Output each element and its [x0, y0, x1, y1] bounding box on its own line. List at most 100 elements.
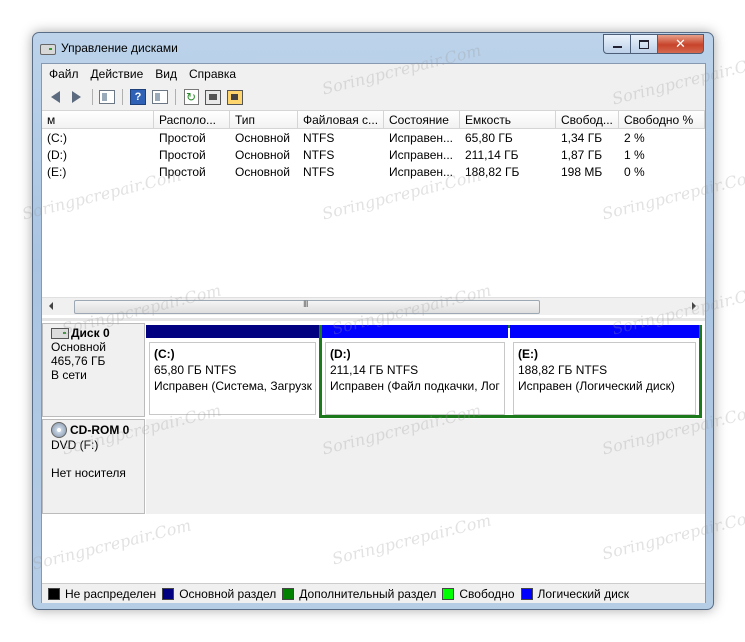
partition-e[interactable]: (E:) 188,82 ГБ NTFS Исправен (Логический…: [510, 325, 699, 418]
console-tree-button[interactable]: [98, 88, 116, 106]
partition-c-body: (C:) 65,80 ГБ NTFS Исправен (Система, За…: [149, 342, 316, 415]
legend-swatch-logical: [520, 587, 533, 600]
show-pane-icon: [152, 90, 168, 104]
partition-e-status: Исправен (Логический диск): [518, 379, 675, 393]
partition-d-body: (D:) 211,14 ГБ NTFS Исправен (Файл подка…: [325, 342, 505, 415]
horizontal-scrollbar[interactable]: III: [42, 297, 705, 315]
toolbar-separator: [122, 89, 123, 105]
settings-icon: [227, 89, 243, 105]
forward-arrow-icon: [71, 91, 81, 103]
legend-label: Основной раздел: [179, 586, 277, 601]
disk-0-name: Диск 0: [71, 326, 110, 340]
menu-view[interactable]: Вид: [150, 64, 182, 84]
legend-swatch-free: [442, 587, 455, 600]
column-header-type[interactable]: Тип: [230, 111, 298, 129]
legend-swatch-primary: [162, 587, 175, 600]
partition-d-size: 211,14 ГБ NTFS: [330, 363, 419, 377]
scroll-left-button[interactable]: [45, 300, 57, 312]
legend-item: Основной раздел: [162, 587, 276, 601]
graphical-disk-view: Диск 0 Основной 465,76 ГБ В сети (C:) 65…: [42, 318, 705, 586]
cell-layout: Простой: [159, 148, 206, 162]
settings-button[interactable]: [226, 88, 244, 106]
help-button[interactable]: ?: [129, 88, 147, 106]
column-header-volume[interactable]: м: [42, 111, 154, 129]
show-pane-button[interactable]: [151, 88, 169, 106]
toolbar-separator: [175, 89, 176, 105]
column-header-layout[interactable]: Располо...: [154, 111, 230, 129]
legend-swatch-extended: [282, 587, 295, 600]
volume-list: м Располо... Тип Файловая с... Состояние…: [42, 111, 705, 316]
scroll-left-icon: [49, 302, 53, 310]
refresh-icon: ↻: [183, 89, 199, 105]
cell-type: Основной: [235, 131, 291, 145]
close-icon: ✕: [675, 36, 686, 52]
legend-item: Дополнительный раздел: [282, 587, 436, 601]
cdrom-0-area[interactable]: [146, 419, 705, 514]
console-tree-icon: [99, 90, 115, 104]
refresh-button[interactable]: ↻: [182, 88, 200, 106]
legend-label: Свободно: [459, 586, 515, 601]
legend-item: Свободно: [442, 586, 515, 601]
properties-button[interactable]: [204, 88, 222, 106]
partition-c-size: 65,80 ГБ NTFS: [154, 363, 237, 377]
cell-free-space: 1,87 ГБ: [561, 148, 603, 162]
disk-0-size: 465,76 ГБ: [51, 354, 106, 368]
cell-volume: (D:): [47, 148, 67, 162]
cdrom-0-info[interactable]: CD-ROM 0 DVD (F:) Нет носителя: [42, 419, 145, 514]
forward-button[interactable]: [67, 88, 85, 106]
scroll-grip: III: [303, 299, 308, 309]
scroll-thumb[interactable]: III: [74, 299, 540, 314]
partition-d[interactable]: (D:) 211,14 ГБ NTFS Исправен (Файл подка…: [322, 325, 508, 418]
disk-0-title: Диск 0: [51, 326, 144, 340]
disk-0-state: В сети: [51, 368, 87, 382]
column-header-filesystem[interactable]: Файловая с...: [298, 111, 384, 129]
partition-e-body: (E:) 188,82 ГБ NTFS Исправен (Логический…: [513, 342, 696, 415]
cell-free-percent: 0 %: [624, 165, 645, 179]
cell-capacity: 211,14 ГБ: [465, 148, 519, 162]
cdrom-0-type: DVD (F:): [51, 438, 99, 452]
cell-free-space: 198 МБ: [561, 165, 603, 179]
help-icon: ?: [130, 89, 146, 105]
menu-help[interactable]: Справка: [184, 64, 241, 84]
cell-status: Исправен...: [389, 148, 454, 162]
disk-0-partitions: (C:) 65,80 ГБ NTFS Исправен (Система, За…: [146, 325, 705, 418]
cell-filesystem: NTFS: [303, 165, 335, 179]
cdrom-0-title: CD-ROM 0: [51, 422, 144, 438]
legend: Не распределен Основной раздел Дополните…: [42, 583, 705, 603]
column-header-free-percent[interactable]: Свободно %: [619, 111, 705, 129]
column-header-free-space[interactable]: Свобод...: [556, 111, 619, 129]
disk-management-window: Управление дисками ✕ Файл Действие Вид С…: [32, 32, 714, 610]
toolbar: ? ↻: [42, 84, 705, 111]
legend-label: Логический диск: [537, 586, 630, 601]
cell-capacity: 188,82 ГБ: [465, 165, 520, 179]
partition-d-status: Исправен (Файл подкачки, Лог: [330, 379, 500, 393]
cell-status: Исправен...: [389, 165, 454, 179]
disk-0-info[interactable]: Диск 0 Основной 465,76 ГБ В сети: [42, 323, 145, 417]
column-header-capacity[interactable]: Емкость: [460, 111, 556, 129]
legend-swatch-unallocated: [48, 587, 60, 600]
cell-layout: Простой: [159, 165, 206, 179]
partition-c[interactable]: (C:) 65,80 ГБ NTFS Исправен (Система, За…: [146, 325, 319, 418]
maximize-button[interactable]: [630, 34, 658, 54]
minimize-button[interactable]: [603, 34, 631, 54]
client-area: Файл Действие Вид Справка ? ↻ м Располо.…: [41, 63, 706, 603]
cell-type: Основной: [235, 165, 291, 179]
cell-free-space: 1,34 ГБ: [561, 131, 603, 145]
cell-filesystem: NTFS: [303, 131, 335, 145]
toolbar-separator: [92, 89, 93, 105]
menu-file[interactable]: Файл: [44, 64, 84, 84]
cell-free-percent: 1 %: [624, 148, 645, 162]
scroll-right-button[interactable]: [688, 300, 700, 312]
partition-c-name: (C:): [154, 347, 175, 361]
close-button[interactable]: ✕: [657, 34, 704, 54]
cell-volume: (C:): [47, 131, 67, 145]
cell-type: Основной: [235, 148, 291, 162]
menu-action[interactable]: Действие: [86, 64, 149, 84]
back-button[interactable]: [46, 88, 64, 106]
partition-c-bar: [146, 325, 319, 338]
scroll-right-icon: [692, 302, 696, 310]
title-bar[interactable]: Управление дисками: [39, 35, 599, 61]
cell-filesystem: NTFS: [303, 148, 335, 162]
column-header-status[interactable]: Состояние: [384, 111, 460, 129]
cell-layout: Простой: [159, 131, 206, 145]
